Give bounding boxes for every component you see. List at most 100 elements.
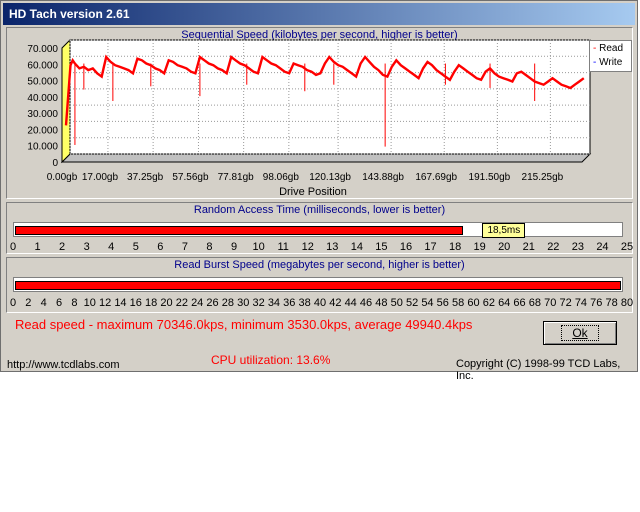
tick-label: 34 — [267, 297, 281, 309]
y-tick-label: 30.000 — [27, 109, 58, 120]
tick-label: 2 — [59, 241, 66, 253]
x-tick-label: 143.88gb — [362, 172, 404, 183]
tick-label: 6 — [157, 241, 164, 253]
tick-label: 52 — [405, 297, 419, 309]
sequential-speed-chart: 0 10.000 20.000 30.000 40.000 50.000 60.000 70.… — [27, 38, 592, 198]
x-tick-label: 77.81gb — [218, 172, 255, 183]
tick-label: 66 — [513, 297, 526, 309]
y-tick-label: 40.000 — [27, 93, 58, 104]
tick-label: 28 — [221, 297, 235, 309]
tick-label: 5 — [132, 241, 139, 253]
tick-label: 12 — [98, 297, 112, 309]
legend-read: - Read — [593, 43, 624, 54]
tick-label: 0 — [9, 241, 17, 253]
window-title: HD Tach version 2.61 — [9, 7, 130, 21]
tick-label: 16 — [399, 241, 413, 253]
tick-label: 60 — [467, 297, 480, 309]
tick-label: 68 — [528, 297, 542, 309]
y-tick-label: 20.000 — [27, 125, 58, 136]
tick-label: 1 — [34, 241, 41, 253]
tick-label: 14 — [114, 297, 127, 309]
random-access-track: 18,5ms — [13, 222, 623, 238]
x-tick-label: 191.50gb — [469, 172, 511, 183]
x-tick-label: 0.00gb — [47, 172, 78, 183]
tick-label: 25 — [620, 241, 634, 253]
x-tick-label: 167.69gb — [415, 172, 457, 183]
hdtach-window: HD Tach version 2.61 Sequential Speed (k… — [0, 0, 638, 382]
read-burst-title: Read Burst Speed (megabytes per second, … — [174, 259, 465, 271]
tick-label: 70 — [544, 297, 557, 309]
tick-label: 2 — [25, 297, 32, 309]
x-tick-label: 37.25gb — [127, 172, 164, 183]
tick-label: 10 — [83, 297, 96, 309]
tick-label: 78 — [605, 297, 618, 309]
tick-label: 20 — [160, 297, 173, 309]
tick-label: 3 — [83, 241, 90, 253]
read-burst-ticks: 0 2 4 6 8 10 12 14 16 18 20 22 24 26 28 30 32 34 36 38 40 42 4… — [7, 297, 634, 309]
website-link[interactable]: http://www.tcdlabs.com — [7, 359, 120, 371]
tick-label: 16 — [129, 297, 142, 309]
plot-floor — [60, 153, 592, 163]
tick-label: 9 — [230, 241, 238, 253]
tick-label: 17 — [424, 241, 437, 253]
x-tick-label: 98.06gb — [263, 172, 300, 183]
tick-label: 21 — [522, 241, 535, 253]
tick-label: 58 — [452, 297, 465, 309]
title-bar: HD Tach version 2.61 — [3, 3, 635, 25]
tick-label: 62 — [482, 297, 495, 309]
tick-label: 7 — [181, 241, 188, 253]
random-access-ticks: 0 1 2 3 4 5 6 7 8 9 10 11 12 13 14 15 16 17 18 19 20 21 22 23 24… — [7, 241, 634, 253]
tick-label: 8 — [71, 297, 78, 309]
tick-label: 18 — [448, 241, 462, 253]
tick-label: 40 — [313, 297, 327, 309]
tick-label: 0 — [9, 297, 17, 309]
tick-label: 19 — [473, 241, 486, 253]
tick-label: 56 — [436, 297, 449, 309]
tick-label: 50 — [390, 297, 403, 309]
y-tick-label: 10.000 — [27, 142, 58, 153]
tick-label: 64 — [498, 297, 511, 309]
tick-label: 74 — [574, 297, 588, 309]
y-tick-label: 0 — [52, 158, 58, 169]
random-access-bar — [15, 226, 464, 235]
tick-label: 26 — [206, 297, 219, 309]
tick-label: 54 — [421, 297, 434, 309]
read-burst-bar — [15, 281, 621, 290]
tick-label: 4 — [40, 297, 47, 309]
tick-label: 18 — [145, 297, 158, 309]
tick-label: 46 — [359, 297, 373, 309]
tick-label: 36 — [283, 297, 296, 309]
y-tick-label: 50.000 — [27, 77, 58, 88]
tick-label: 42 — [329, 297, 342, 309]
tick-label: 22 — [175, 297, 188, 309]
random-access-value: 18,5ms — [482, 223, 526, 238]
read-burst-track — [13, 277, 623, 292]
tick-label: 14 — [350, 241, 363, 253]
tick-label: 23 — [571, 241, 584, 253]
sequential-speed-panel: Sequential Speed (kilobytes per second, … — [6, 27, 633, 199]
tick-label: 15 — [375, 241, 388, 253]
read-speed-summary: Read speed - maximum 70346.0kps, minimum… — [15, 317, 473, 332]
tick-label: 30 — [237, 297, 250, 309]
x-axis-label: Drive Position — [279, 186, 347, 198]
tick-label: 11 — [277, 241, 289, 253]
random-access-panel: Random Access Time (milliseconds, lower … — [6, 202, 633, 254]
copyright-text: Copyright (C) 1998-99 TCD Labs, Inc. — [456, 358, 621, 382]
legend-box: - Read - Write — [589, 40, 632, 72]
cpu-utilization: CPU utilization: 13.6% — [211, 353, 331, 367]
tick-label: 80 — [620, 297, 634, 309]
tick-label: 76 — [590, 297, 603, 309]
tick-label: 12 — [301, 241, 314, 253]
tick-label: 24 — [191, 297, 204, 309]
tick-label: 48 — [375, 297, 388, 309]
tick-label: 10 — [252, 241, 265, 253]
y-tick-label: 60.000 — [27, 60, 58, 71]
tick-label: 44 — [344, 297, 357, 309]
tick-label: 20 — [498, 241, 511, 253]
x-tick-label: 215.25gb — [522, 172, 564, 183]
legend-write: - Write — [593, 57, 623, 68]
tick-label: 22 — [547, 241, 560, 253]
tick-label: 8 — [206, 241, 213, 253]
tick-label: 72 — [559, 297, 572, 309]
ok-button[interactable]: Ok — [543, 321, 617, 345]
